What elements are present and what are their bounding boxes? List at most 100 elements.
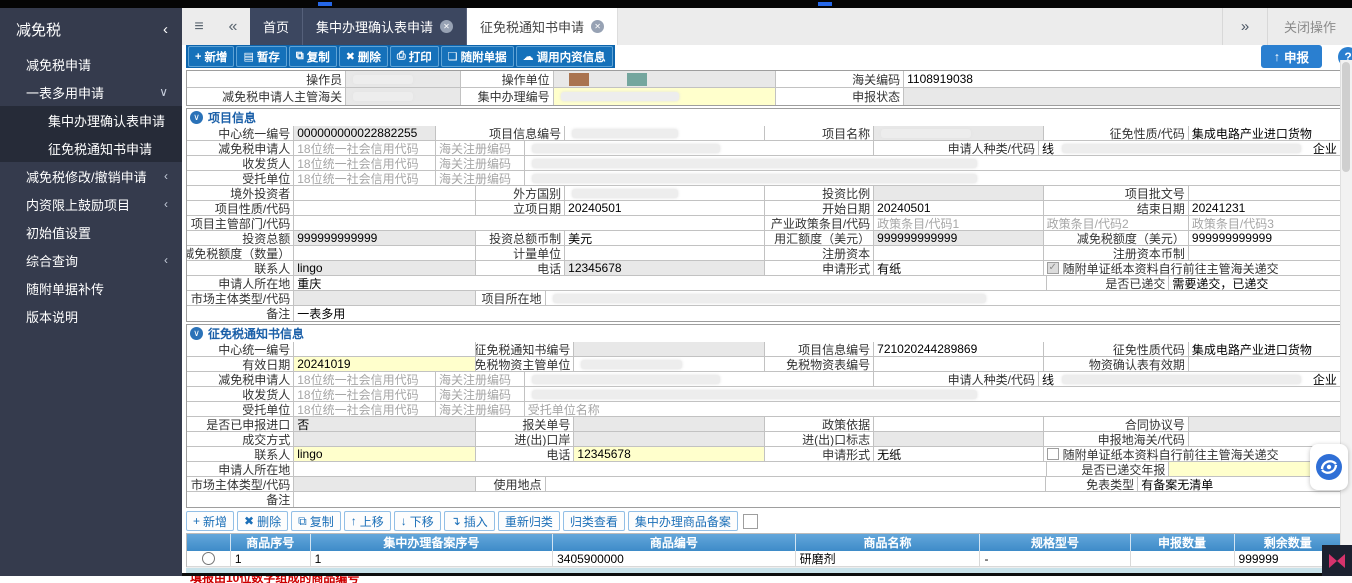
field-value[interactable]: 需要递交，已递交 — [1169, 276, 1340, 291]
sidebar-item-2[interactable]: 集中办理确认表申请 — [0, 106, 182, 134]
field-value[interactable] — [545, 477, 1046, 492]
tab-1[interactable]: 集中办理确认表申请 ✕ — [303, 8, 468, 45]
checkbox-icon[interactable]: ✓ — [1046, 262, 1059, 274]
field-value[interactable] — [346, 88, 462, 105]
toolbar-button-5[interactable]: ❏ 随附单据 — [440, 46, 514, 67]
scrollbar-thumb[interactable] — [1342, 62, 1350, 172]
field-value[interactable]: 海关注册编码 — [436, 171, 525, 186]
sidebar-item-0[interactable]: 减免税申请 — [0, 50, 182, 78]
goods-toolbar-checkbox[interactable] — [742, 513, 758, 529]
field-value[interactable] — [574, 417, 765, 432]
field-value[interactable]: 海关注册编码 — [436, 141, 525, 156]
menu-icon[interactable]: ≡ — [182, 8, 216, 45]
sidebar-item-3[interactable]: 征免税通知书申请 — [0, 134, 182, 162]
sidebar-title[interactable]: 减免税 ‹ — [0, 8, 182, 50]
toolbar-button-2[interactable]: ⧉ 复制 — [288, 46, 337, 67]
field-value[interactable]: 政策条目/代码2 — [1043, 216, 1189, 231]
field-value[interactable] — [553, 71, 777, 88]
field-value[interactable] — [294, 291, 477, 306]
sidebar-item-8[interactable]: 随附单据补传 — [0, 274, 182, 302]
tab-close-icon[interactable]: ✕ — [591, 20, 605, 33]
goods-toolbar-button-5[interactable]: ↴ 插入 — [443, 511, 495, 531]
vertical-scrollbar[interactable] — [1340, 60, 1352, 576]
sidebar-item-7[interactable]: 综合查询 ‹ — [0, 246, 182, 274]
field-value[interactable]: 20241019 — [294, 357, 477, 372]
field-value[interactable]: 美元 — [565, 231, 765, 246]
field-value[interactable] — [874, 432, 1044, 447]
field-value[interactable]: 999999999999 — [294, 231, 477, 246]
field-value[interactable]: 一表多用 — [294, 306, 1340, 321]
field-value[interactable]: 集成电路产业进口货物 — [1188, 126, 1340, 141]
field-value[interactable] — [1188, 417, 1340, 432]
declare-button[interactable]: ↑ 申报 — [1260, 45, 1322, 68]
field-value[interactable] — [1188, 186, 1340, 201]
field-value[interactable] — [565, 246, 765, 261]
checkbox-icon[interactable] — [1046, 448, 1059, 460]
table-row[interactable]: 1 1 3405900000 研磨剂 -999999 — [187, 551, 1342, 567]
field-value[interactable] — [524, 141, 875, 156]
field-value[interactable]: 999999999999 — [1188, 231, 1340, 246]
toolbar-button-0[interactable]: + 新增 — [188, 46, 235, 67]
field-value[interactable]: 政策条目/代码3 — [1188, 216, 1340, 231]
section-collapse-icon[interactable]: ∨ — [190, 111, 203, 124]
field-value[interactable]: lingo — [294, 447, 477, 462]
field-value[interactable]: 线 企业 — [1039, 372, 1340, 387]
goods-toolbar-button-4[interactable]: ↓ 下移 — [393, 511, 441, 531]
field-value[interactable]: 有纸 — [874, 261, 1044, 276]
field-value[interactable]: lingo — [294, 261, 477, 276]
field-value[interactable]: 重庆 — [294, 276, 1048, 291]
field-value[interactable]: 18位统一社会信用代码 — [294, 171, 437, 186]
sidebar-item-4[interactable]: 减免税修改/撤销申请 ‹ — [0, 162, 182, 190]
expand-tabs-icon[interactable]: » — [1221, 8, 1267, 45]
field-value[interactable] — [294, 186, 477, 201]
sidebar-item-5[interactable]: 内资限上鼓励项目 ‹ — [0, 190, 182, 218]
field-value[interactable] — [574, 357, 765, 372]
field-value[interactable]: 否 — [294, 417, 477, 432]
field-value[interactable] — [874, 246, 1044, 261]
field-value[interactable] — [524, 372, 875, 387]
field-value[interactable] — [1188, 246, 1340, 261]
goods-toolbar-button-0[interactable]: + 新增 — [186, 511, 235, 531]
field-value[interactable]: 海关注册编码 — [436, 387, 525, 402]
collapse-tabs-icon[interactable]: « — [216, 8, 250, 45]
field-value[interactable] — [294, 246, 477, 261]
field-value[interactable] — [874, 417, 1044, 432]
field-value[interactable] — [294, 462, 1048, 477]
field-value[interactable]: 18位统一社会信用代码 — [294, 372, 437, 387]
field-value[interactable]: 999999999999 — [874, 231, 1044, 246]
customs-service-logo[interactable] — [1310, 444, 1348, 490]
field-value[interactable]: 受托单位名称 — [524, 402, 1340, 417]
tab-2[interactable]: 征免税通知书申请 ✕ — [467, 8, 619, 45]
field-value[interactable]: 12345678 — [565, 261, 765, 276]
goods-toolbar-button-7[interactable]: 归类查看 — [562, 511, 625, 531]
field-value[interactable]: 海关注册编码 — [436, 402, 525, 417]
goods-toolbar-button-3[interactable]: ↑ 上移 — [343, 511, 391, 531]
field-value[interactable] — [294, 477, 477, 492]
field-value[interactable] — [874, 186, 1044, 201]
field-value[interactable] — [294, 492, 1340, 507]
goods-toolbar-button-6[interactable]: 重新归类 — [497, 511, 560, 531]
toolbar-button-3[interactable]: ✖ 删除 — [338, 46, 388, 67]
toolbar-button-6[interactable]: ☁ 调用内资信息 — [515, 46, 613, 67]
field-value[interactable]: 20241231 — [1188, 201, 1340, 216]
field-value[interactable]: 无纸 — [874, 447, 1044, 462]
field-value[interactable] — [904, 88, 1340, 105]
field-value[interactable]: 18位统一社会信用代码 — [294, 402, 437, 417]
close-operations-button[interactable]: 关闭操作 — [1266, 8, 1352, 45]
toolbar-button-1[interactable]: ▤ 暂存 — [236, 46, 287, 67]
field-value[interactable]: 1108919038 — [904, 71, 1340, 88]
field-value[interactable]: 721020244289869 — [874, 342, 1044, 357]
field-value[interactable] — [294, 432, 477, 447]
goods-toolbar-button-1[interactable]: ✖ 删除 — [237, 511, 289, 531]
field-value[interactable]: 18位统一社会信用代码 — [294, 387, 437, 402]
field-value[interactable]: 12345678 — [574, 447, 765, 462]
field-value[interactable] — [565, 126, 765, 141]
field-value[interactable] — [294, 216, 765, 231]
sidebar-item-6[interactable]: 初始值设置 — [0, 218, 182, 246]
field-value[interactable] — [294, 201, 477, 216]
field-value[interactable] — [1188, 357, 1340, 372]
field-value[interactable] — [565, 186, 765, 201]
field-value[interactable] — [346, 71, 462, 88]
field-value[interactable] — [874, 357, 1044, 372]
field-value[interactable] — [545, 291, 1340, 306]
